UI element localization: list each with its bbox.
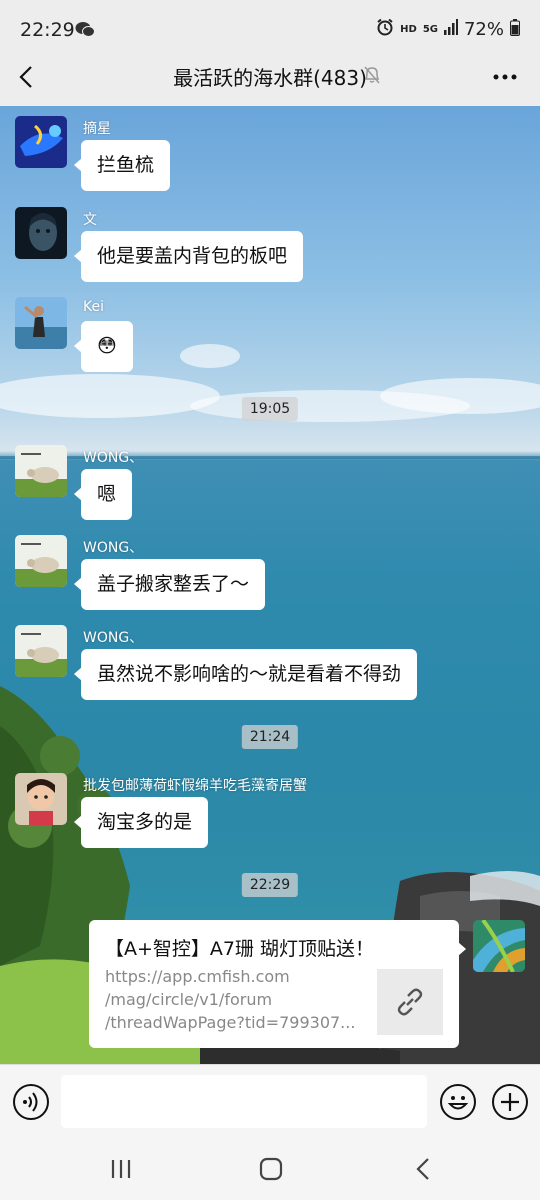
network-label: HD: [400, 24, 417, 35]
mute-bell-icon: [362, 64, 382, 90]
timestamp-divider: 19:05: [241, 397, 299, 421]
sender-name: 摘星: [83, 121, 111, 137]
link-url-line: /mag/circle/v1/forum: [105, 990, 273, 1009]
link-url: https://app.cmfish.com /mag/circle/v1/fo…: [105, 965, 367, 1034]
avatar[interactable]: [15, 535, 67, 587]
message-bubble[interactable]: 嗯: [73, 469, 133, 520]
battery-percent: 72%: [463, 19, 504, 40]
nav-back-icon: [416, 1158, 429, 1180]
message-bubble[interactable]: 淘宝多的是: [73, 797, 209, 848]
sender-name: 文: [83, 212, 97, 228]
signal-icon: [443, 19, 458, 40]
nav-back-button[interactable]: [403, 1154, 443, 1184]
input-bar: [0, 1064, 540, 1140]
status-time: 22:29: [20, 19, 75, 41]
sender-name: 批发包邮薄荷虾假绵羊吃毛藻寄居蟹: [83, 778, 307, 794]
voice-input-button[interactable]: [13, 1084, 49, 1120]
voice-icon: [23, 1092, 38, 1112]
my-avatar[interactable]: [473, 920, 525, 972]
alarm-icon: [376, 18, 394, 41]
chat-message-area[interactable]: 摘星 拦鱼梳 文 他是要盖内背包的板吧 Kei 😳 19:05 WONG、 嗯 …: [0, 106, 540, 1064]
more-options-button[interactable]: [492, 62, 518, 98]
home-button[interactable]: [251, 1154, 291, 1184]
message-bubble[interactable]: 虽然说不影响啥的～就是看着不得劲: [73, 649, 418, 700]
avatar[interactable]: [15, 773, 67, 825]
timestamp-divider: 22:29: [241, 873, 299, 897]
message-bubble[interactable]: 他是要盖内背包的板吧: [73, 231, 304, 282]
group-title: 最活跃的海水群(483): [173, 66, 367, 90]
battery-icon: [510, 18, 520, 41]
sender-name: WONG、: [83, 630, 144, 646]
avatar[interactable]: [15, 116, 67, 168]
wechat-icon: [75, 21, 95, 43]
message-bubble[interactable]: 拦鱼梳: [73, 140, 171, 191]
recent-apps-button[interactable]: [101, 1154, 141, 1184]
message-input[interactable]: [61, 1075, 427, 1128]
link-url-line: https://app.cmfish.com: [105, 967, 290, 986]
emoji-button[interactable]: [440, 1084, 476, 1120]
avatar[interactable]: [15, 445, 67, 497]
avatar[interactable]: [15, 207, 67, 259]
emoji-icon: [447, 1096, 469, 1110]
more-functions-button[interactable]: [492, 1084, 528, 1120]
recent-apps-icon: [111, 1160, 131, 1178]
sender-name: WONG、: [83, 450, 144, 466]
message-bubble[interactable]: 😳: [74, 321, 133, 372]
avatar[interactable]: [15, 625, 67, 677]
home-icon: [259, 1157, 283, 1181]
avatar[interactable]: [15, 297, 67, 349]
sender-name: WONG、: [83, 540, 144, 556]
plus-icon: [501, 1093, 519, 1111]
system-nav-bar: [0, 1140, 540, 1200]
link-title: 【A+智控】A7珊 瑚灯顶贴送！: [105, 938, 375, 960]
link-icon: [377, 969, 443, 1035]
more-dots-icon: [493, 74, 517, 80]
link-card-message[interactable]: 【A+智控】A7珊 瑚灯顶贴送！ https://app.cmfish.com …: [89, 920, 466, 1048]
signal-label: 5G: [422, 24, 438, 35]
chat-header: 最活跃的海水群(483): [0, 50, 540, 106]
message-bubble[interactable]: 盖子搬家整丢了～: [73, 559, 266, 610]
sender-name: Kei: [83, 299, 104, 315]
timestamp-divider: 21:24: [241, 725, 299, 749]
link-url-line: /threadWapPage?tid=799307...: [105, 1013, 356, 1032]
